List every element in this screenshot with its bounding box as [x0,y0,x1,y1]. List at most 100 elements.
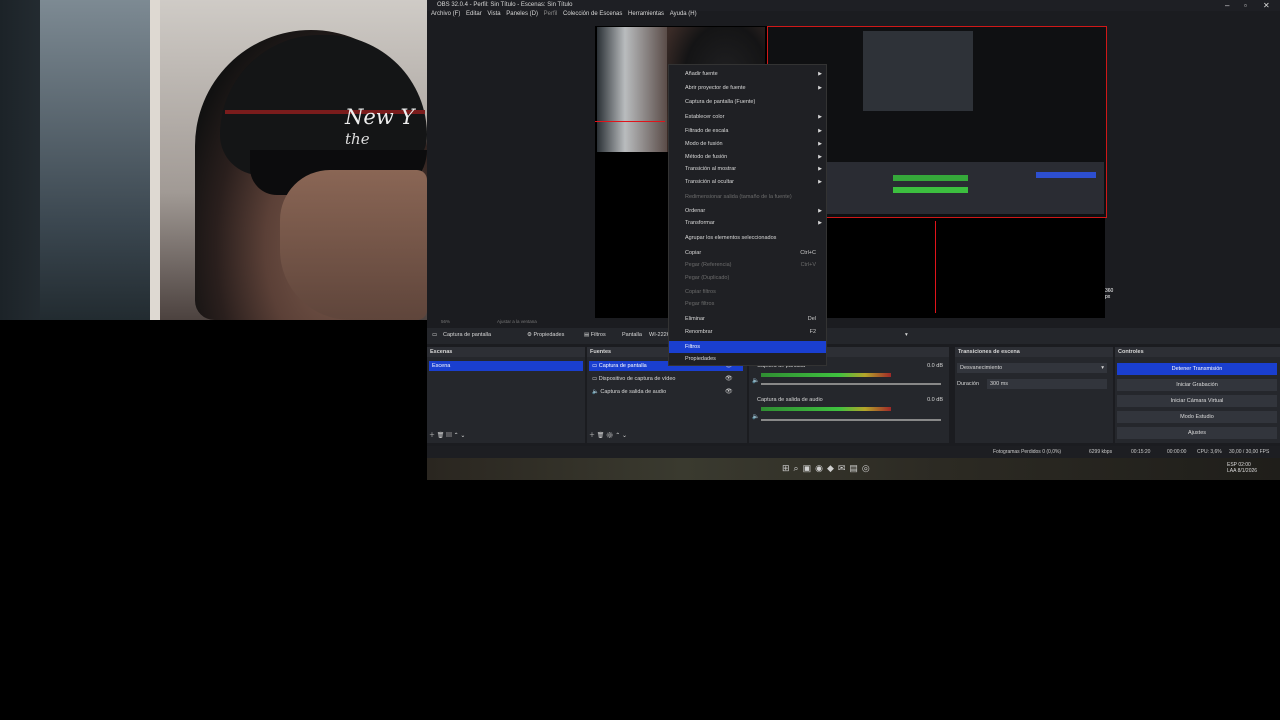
scene-item[interactable]: Escena [429,361,583,371]
maximize-icon[interactable]: ▫ [1244,1,1247,10]
nested-webcam-preview [597,27,667,152]
duration-label: Duración [957,381,980,387]
filters-button[interactable]: ▤ Filtros [584,332,606,338]
volume-slider[interactable] [761,419,941,421]
delete-scene-icon[interactable]: 🗑 [437,433,445,439]
nested-screens [863,31,973,111]
sources-toolbar: ＋ 🗑 ⚙ ⌃ ⌄ [589,431,627,441]
context-menu-item[interactable]: Establecer color ▶ [669,111,826,123]
bitrate: 6299 kbps [1089,449,1113,455]
start-recording-button[interactable]: Iniciar Grabación [1117,379,1277,391]
submenu-arrow-icon: ▶ [818,85,822,91]
menu-vista[interactable]: Vista [487,11,500,17]
eye-icon[interactable]: 👁 [725,375,733,382]
context-menu-item[interactable]: Transformar ▶ [669,217,826,229]
context-menu-item[interactable]: Método de fusión ▶ [669,151,826,163]
close-icon[interactable]: ✕ [1263,1,1270,10]
shortcut-label: Ctrl+C [800,250,816,256]
screen-select[interactable]: WI-2226 [649,332,670,338]
preview-area: 360 px [427,21,1280,319]
taskbar-apps[interactable]: ⊞⌕▣◉◆✉▤◎ [782,463,874,474]
submenu-arrow-icon: ▶ [818,71,822,77]
menu-paneles[interactable]: Paneles (D) [506,11,538,17]
context-menu-label: Agrupar los elementos seleccionados [685,235,777,241]
context-menu-label: Pegar (Duplicado) [685,275,730,281]
selection-line-v [935,221,936,313]
source-up-icon[interactable]: ⌃ [615,433,620,439]
context-menu-item[interactable]: Modo de fusión ▶ [669,138,826,150]
chevron-down-icon[interactable]: ▾ [905,332,908,338]
add-scene-icon[interactable]: ＋ [429,433,435,439]
menu-bar: Archivo (F) Editar Vista Paneles (D) Per… [427,11,1280,21]
scene-up-icon[interactable]: ⌃ [454,433,459,439]
zoom-row: 56% Ajustar a la ventana [427,319,1280,326]
context-menu-label: Transformar [685,220,715,226]
context-menu-item[interactable]: Transición al ocultar ▶ [669,176,826,188]
volume-meter [761,373,891,377]
menu-perfil[interactable]: Perfil [544,11,558,17]
eye-icon[interactable]: 👁 [725,388,733,395]
context-menu-item: Pegar (Referencia) Ctrl+V [669,259,826,271]
delete-source-icon[interactable]: 🗑 [597,433,605,439]
source-item[interactable]: ▭ Dispositivo de captura de vídeo [589,374,743,384]
source-down-icon[interactable]: ⌄ [622,433,627,439]
transition-select[interactable]: Desvanecimiento ▾ [957,363,1107,373]
obs-window: OBS 32.0.4 - Perfil: Sin Título - Escena… [427,0,1280,480]
studio-mode-button[interactable]: Modo Estudio [1117,411,1277,423]
menu-herramientas[interactable]: Herramientas [628,11,664,17]
menu-archivo[interactable]: Archivo (F) [431,11,460,17]
scenes-dock: Escenas Escena ＋ 🗑 ▤ ⌃ ⌄ [427,347,585,443]
selection-line-h [595,121,665,122]
source-settings-icon[interactable]: ⚙ [606,433,614,439]
nested-meter-2 [893,187,968,193]
volume-slider[interactable] [761,383,941,385]
screen-label: Pantalla [622,332,642,338]
context-menu-item[interactable]: Añadir fuente ▶ [669,68,826,80]
zoom-value[interactable]: 56% [441,319,450,324]
context-menu-item[interactable]: Propiedades [669,353,826,365]
source-item[interactable]: 🔈 Captura de salida de audio [589,387,743,397]
menu-coleccion-escenas[interactable]: Colección de Escenas [563,11,622,17]
controls-header: Controles [1115,347,1280,357]
context-menu-label: Propiedades [685,356,716,362]
context-menu-item[interactable]: Captura de pantalla (Fuente) [669,96,826,108]
transitions-dock: Transiciones de escena Desvanecimiento ▾ … [955,347,1113,443]
context-menu-item[interactable]: Eliminar Del [669,313,826,325]
fit-window-label[interactable]: Ajustar a la ventana [497,319,537,324]
scene-down-icon[interactable]: ⌄ [460,433,465,439]
properties-button[interactable]: ⚙ Propiedades [527,332,564,338]
nested-controls [1036,172,1096,178]
speaker-icon[interactable]: 🔈 [752,413,759,420]
context-menu-label: Ordenar [685,208,706,214]
cpu-usage: CPU: 3,6% [1197,449,1222,455]
tray-clock[interactable]: ESP 02:00 LAA 8/1/2026 [1227,462,1257,474]
context-menu-item[interactable]: Agrupar los elementos seleccionados [669,232,826,244]
menu-ayuda[interactable]: Ayuda (H) [670,11,697,17]
minimize-icon[interactable]: – [1225,1,1229,10]
context-menu-item[interactable]: Copiar Ctrl+C [669,247,826,259]
context-menu-item[interactable]: Filtrado de escala ▶ [669,125,826,137]
context-menu-label: Pegar filtros [685,301,715,307]
scenes-toolbar: ＋ 🗑 ▤ ⌃ ⌄ [429,431,465,441]
context-menu-label: Transición al ocultar [685,179,735,185]
scenes-header: Escenas [427,347,585,357]
scene-filter-icon[interactable]: ▤ [446,433,452,439]
settings-button[interactable]: Ajustes [1117,427,1277,439]
context-menu-item[interactable]: Abrir proyector de fuente ▶ [669,82,826,94]
context-menu-item[interactable]: Ordenar ▶ [669,205,826,217]
add-source-icon[interactable]: ＋ [589,433,595,439]
stream-time: 00:15:20 [1131,449,1151,455]
duration-input[interactable]: 300 ms [987,379,1107,389]
stop-stream-button[interactable]: Detener Transmisión [1117,363,1277,375]
mixer-track-name: Captura de salida de audio 0.0 dB [757,397,943,403]
context-menu-item[interactable]: Renombrar F2 [669,326,826,338]
submenu-arrow-icon: ▶ [818,114,822,120]
context-menu-item[interactable]: Filtros [669,341,826,353]
menu-editar[interactable]: Editar [466,11,482,17]
context-menu-item[interactable]: Transición al mostrar ▶ [669,163,826,175]
submenu-arrow-icon: ▶ [818,220,822,226]
context-menu-label: Transición al mostrar [685,166,737,172]
start-virtual-camera-button[interactable]: Iniciar Cámara Virtual [1117,395,1277,407]
context-menu-label: Filtros [685,344,700,350]
speaker-icon[interactable]: 🔈 [752,377,759,384]
